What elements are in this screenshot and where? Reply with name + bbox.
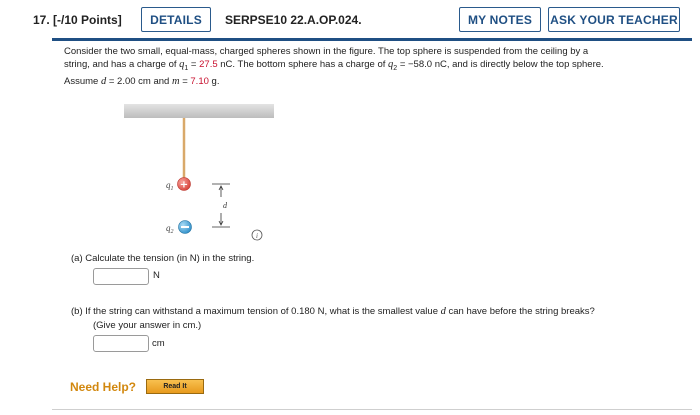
m-value: 7.10: [190, 75, 209, 87]
equals: =: [179, 75, 191, 87]
part-b-unit: cm: [152, 338, 165, 349]
plus-sign: +: [180, 180, 188, 191]
part-b-prompt-line-2: (Give your answer in cm.): [93, 320, 202, 331]
problem-text: = 2.00 cm and: [106, 75, 172, 87]
problem-text: g.: [208, 75, 220, 87]
equals: =: [188, 59, 200, 70]
d-figure-label: d: [223, 201, 228, 210]
ceiling: [124, 104, 274, 118]
q1-figure-label: q1: [166, 180, 174, 192]
part-b-prompt: (b) If the string can withstand a maximu…: [71, 305, 595, 318]
problem-text: = −58.0 nC, and is directly below the to…: [397, 59, 604, 70]
read-it-button[interactable]: Read It: [146, 379, 204, 394]
part-b-answer-input[interactable]: [93, 335, 149, 352]
problem-code: SERPSE10 22.A.OP.024.: [225, 13, 362, 27]
q2-figure-label: q2: [166, 223, 174, 235]
m-symbol: m: [171, 75, 180, 87]
info-icon[interactable]: i: [251, 229, 263, 241]
problem-text: nC. The bottom sphere has a charge of: [217, 59, 389, 70]
distance-marker: [212, 183, 230, 228]
part-a-answer-input[interactable]: [93, 268, 149, 285]
part-b-text: can have before the string breaks?: [445, 306, 595, 317]
my-notes-button[interactable]: MY NOTES: [459, 7, 541, 32]
problem-text: Consider the two small, equal-mass, char…: [64, 46, 589, 57]
problem-text: string, and has a charge of: [64, 59, 180, 70]
details-button[interactable]: DETAILS: [141, 7, 211, 32]
charged-spheres-figure: + q1 q2 d i: [124, 104, 274, 241]
problem-line-3: Assume d = 2.00 cm and m = 7.10 g.: [64, 75, 686, 88]
part-b-text: (b) If the string can withstand a maximu…: [71, 306, 441, 317]
part-a-unit: N: [153, 270, 160, 281]
ask-your-teacher-button[interactable]: ASK YOUR TEACHER: [548, 7, 680, 32]
part-a-prompt: (a) Calculate the tension (in N) in the …: [71, 253, 255, 264]
problem-line-1: Consider the two small, equal-mass, char…: [64, 45, 686, 58]
q1-value: 27.5: [199, 59, 218, 70]
bottom-divider: [52, 409, 692, 410]
need-help-label: Need Help?: [70, 380, 137, 394]
question-number: 17. [-/10 Points]: [33, 13, 122, 27]
header-divider: [52, 38, 692, 41]
problem-text: Assume: [64, 75, 101, 87]
svg-text:i: i: [256, 232, 258, 240]
problem-statement: Consider the two small, equal-mass, char…: [64, 45, 686, 88]
minus-sign: [181, 226, 189, 228]
problem-line-2: string, and has a charge of q1 = 27.5 nC…: [64, 58, 686, 75]
